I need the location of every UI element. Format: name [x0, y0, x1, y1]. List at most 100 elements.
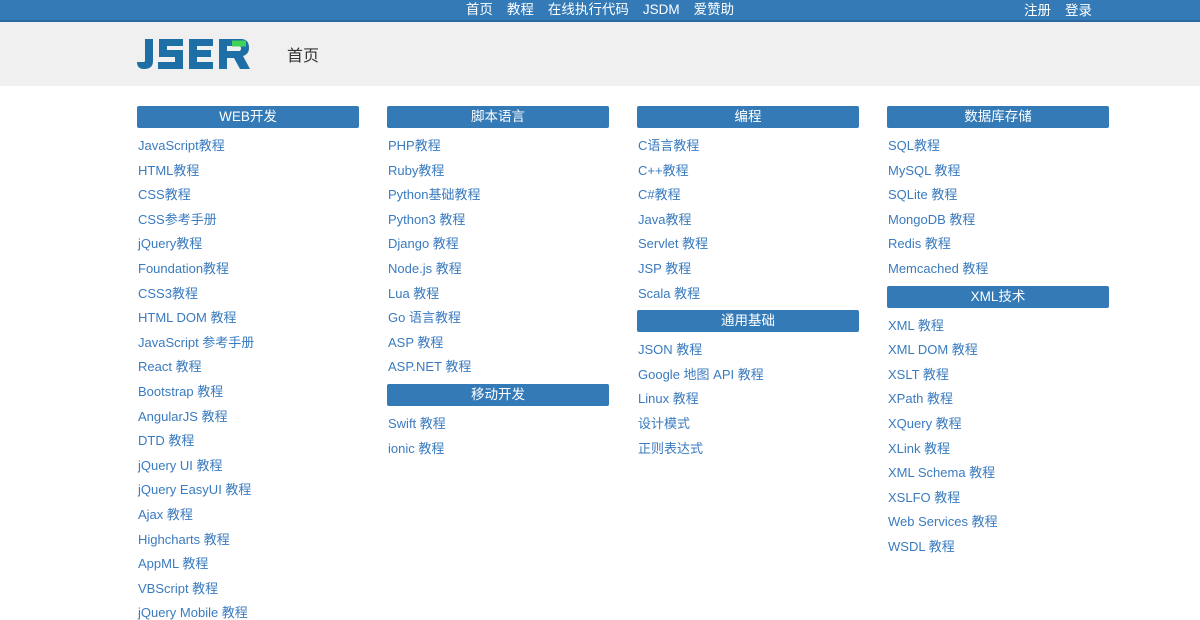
list-item: XML Schema 教程 — [887, 461, 1109, 486]
tutorial-link[interactable]: XLink 教程 — [887, 437, 1109, 462]
tutorial-link[interactable]: XML 教程 — [887, 314, 1109, 339]
tutorial-link[interactable]: 设计模式 — [637, 412, 859, 437]
tutorial-link[interactable]: jQuery EasyUI 教程 — [137, 478, 359, 503]
site-header: 首页 — [0, 22, 1200, 86]
list-item: ASP.NET 教程 — [387, 355, 609, 380]
tutorial-link[interactable]: XSLT 教程 — [887, 363, 1109, 388]
tutorial-link[interactable]: JSON 教程 — [637, 338, 859, 363]
tutorial-link[interactable]: AngularJS 教程 — [137, 405, 359, 430]
tutorial-link[interactable]: ASP.NET 教程 — [387, 355, 609, 380]
tutorial-link[interactable]: Memcached 教程 — [887, 257, 1109, 282]
tutorial-link[interactable]: HTML教程 — [137, 159, 359, 184]
section-xml-technology-list: XML 教程 XML DOM 教程 XSLT 教程 XPath 教程 XQuery 教程… — [887, 314, 1109, 560]
tutorial-link[interactable]: XSLFO 教程 — [887, 486, 1109, 511]
section-database-storage-title: 数据库存储 — [887, 106, 1109, 128]
tutorial-link[interactable]: CSS教程 — [137, 183, 359, 208]
section-web-development-title: WEB开发 — [137, 106, 359, 128]
tutorial-link[interactable]: Ajax 教程 — [137, 503, 359, 528]
tutorial-link[interactable]: XPath 教程 — [887, 387, 1109, 412]
tutorial-link[interactable]: Swift 教程 — [387, 412, 609, 437]
list-item: XPath 教程 — [887, 387, 1109, 412]
tutorial-link[interactable]: Scala 教程 — [637, 282, 859, 307]
tutorial-link[interactable]: C语言教程 — [637, 134, 859, 159]
tutorial-link[interactable]: jQuery教程 — [137, 232, 359, 257]
list-item: React 教程 — [137, 355, 359, 380]
tutorial-link[interactable]: Redis 教程 — [887, 232, 1109, 257]
nav-home[interactable]: 首页 — [466, 0, 493, 21]
tutorial-link[interactable]: JSP 教程 — [637, 257, 859, 282]
list-item: VBScript 教程 — [137, 577, 359, 602]
tutorial-link[interactable]: SQLite 教程 — [887, 183, 1109, 208]
section-scripting-languages: 脚本语言 PHP教程 Ruby教程 Python基础教程 Python3 教程 Djang… — [387, 106, 609, 380]
tutorial-link[interactable]: Lua 教程 — [387, 282, 609, 307]
tutorial-link[interactable]: Node.js 教程 — [387, 257, 609, 282]
tutorial-link[interactable]: VBScript 教程 — [137, 577, 359, 602]
tutorial-link[interactable]: DTD 教程 — [137, 429, 359, 454]
tutorial-link[interactable]: Bootstrap 教程 — [137, 380, 359, 405]
tutorial-link[interactable]: C#教程 — [637, 183, 859, 208]
tutorial-link[interactable]: XML Schema 教程 — [887, 461, 1109, 486]
tutorial-link[interactable]: React 教程 — [137, 355, 359, 380]
list-item: XSLT 教程 — [887, 363, 1109, 388]
list-item: AppML 教程 — [137, 552, 359, 577]
list-item: jQuery EasyUI 教程 — [137, 478, 359, 503]
jser-logo-icon — [137, 39, 250, 69]
tutorial-link[interactable]: MongoDB 教程 — [887, 208, 1109, 233]
nav-login[interactable]: 登录 — [1065, 0, 1092, 22]
list-item: XML DOM 教程 — [887, 338, 1109, 363]
tutorial-link[interactable]: Foundation教程 — [137, 257, 359, 282]
nav-run-code[interactable]: 在线执行代码 — [548, 0, 629, 21]
tutorial-link[interactable]: jQuery Mobile 教程 — [137, 601, 359, 620]
list-item: Google 地图 API 教程 — [637, 363, 859, 388]
jser-logo[interactable] — [137, 37, 265, 71]
list-item: HTML教程 — [137, 159, 359, 184]
tutorial-link[interactable]: JavaScript 参考手册 — [137, 331, 359, 356]
tutorial-link[interactable]: XML DOM 教程 — [887, 338, 1109, 363]
tutorial-link[interactable]: Web Services 教程 — [887, 510, 1109, 535]
tutorial-link[interactable]: PHP教程 — [387, 134, 609, 159]
tutorial-link[interactable]: Java教程 — [637, 208, 859, 233]
section-web-development-list: JavaScript教程 HTML教程 CSS教程 CSS参考手册 jQuery教程 Fo… — [137, 134, 359, 620]
tutorial-link[interactable]: Python基础教程 — [387, 183, 609, 208]
section-scripting-languages-title: 脚本语言 — [387, 106, 609, 128]
tutorial-link[interactable]: MySQL 教程 — [887, 159, 1109, 184]
list-item: SQL教程 — [887, 134, 1109, 159]
tutorial-link[interactable]: Google 地图 API 教程 — [637, 363, 859, 388]
tutorial-link[interactable]: JavaScript教程 — [137, 134, 359, 159]
tutorial-link[interactable]: Servlet 教程 — [637, 232, 859, 257]
tutorial-link[interactable]: Python3 教程 — [387, 208, 609, 233]
nav-sponsor[interactable]: 爱赞助 — [694, 0, 735, 21]
list-item: CSS参考手册 — [137, 208, 359, 233]
tutorial-link[interactable]: ASP 教程 — [387, 331, 609, 356]
column-scripting: 脚本语言 PHP教程 Ruby教程 Python基础教程 Python3 教程 Djang… — [387, 106, 609, 620]
tutorial-link[interactable]: CSS参考手册 — [137, 208, 359, 233]
tutorial-link[interactable]: SQL教程 — [887, 134, 1109, 159]
section-mobile-development-title: 移动开发 — [387, 383, 609, 406]
tutorial-link[interactable]: Highcharts 教程 — [137, 528, 359, 553]
list-item: HTML DOM 教程 — [137, 306, 359, 331]
tutorial-link[interactable]: HTML DOM 教程 — [137, 306, 359, 331]
tutorial-link[interactable]: C++教程 — [637, 159, 859, 184]
tutorial-link[interactable]: Linux 教程 — [637, 387, 859, 412]
tutorial-link[interactable]: Django 教程 — [387, 232, 609, 257]
tutorial-link[interactable]: AppML 教程 — [137, 552, 359, 577]
tutorial-link[interactable]: jQuery UI 教程 — [137, 454, 359, 479]
list-item: XQuery 教程 — [887, 412, 1109, 437]
tutorial-link[interactable]: Go 语言教程 — [387, 306, 609, 331]
list-item: ASP 教程 — [387, 331, 609, 356]
tutorial-link[interactable]: ionic 教程 — [387, 437, 609, 462]
section-programming-title: 编程 — [637, 106, 859, 128]
section-scripting-languages-list: PHP教程 Ruby教程 Python基础教程 Python3 教程 Django 教程… — [387, 134, 609, 380]
list-item: Linux 教程 — [637, 387, 859, 412]
section-web-development: WEB开发 JavaScript教程 HTML教程 CSS教程 CSS参考手册 jQuer… — [137, 106, 359, 620]
section-mobile-development-list: Swift 教程 ionic 教程 — [387, 412, 609, 461]
nav-tutorials[interactable]: 教程 — [507, 0, 534, 21]
tutorial-link[interactable]: 正则表达式 — [637, 437, 859, 462]
nav-register[interactable]: 注册 — [1024, 0, 1051, 22]
tutorial-link[interactable]: WSDL 教程 — [887, 535, 1109, 560]
tutorial-link[interactable]: CSS3教程 — [137, 282, 359, 307]
tutorial-link[interactable]: XQuery 教程 — [887, 412, 1109, 437]
list-item: Ruby教程 — [387, 159, 609, 184]
tutorial-link[interactable]: Ruby教程 — [387, 159, 609, 184]
nav-jsdm[interactable]: JSDM — [643, 0, 680, 21]
